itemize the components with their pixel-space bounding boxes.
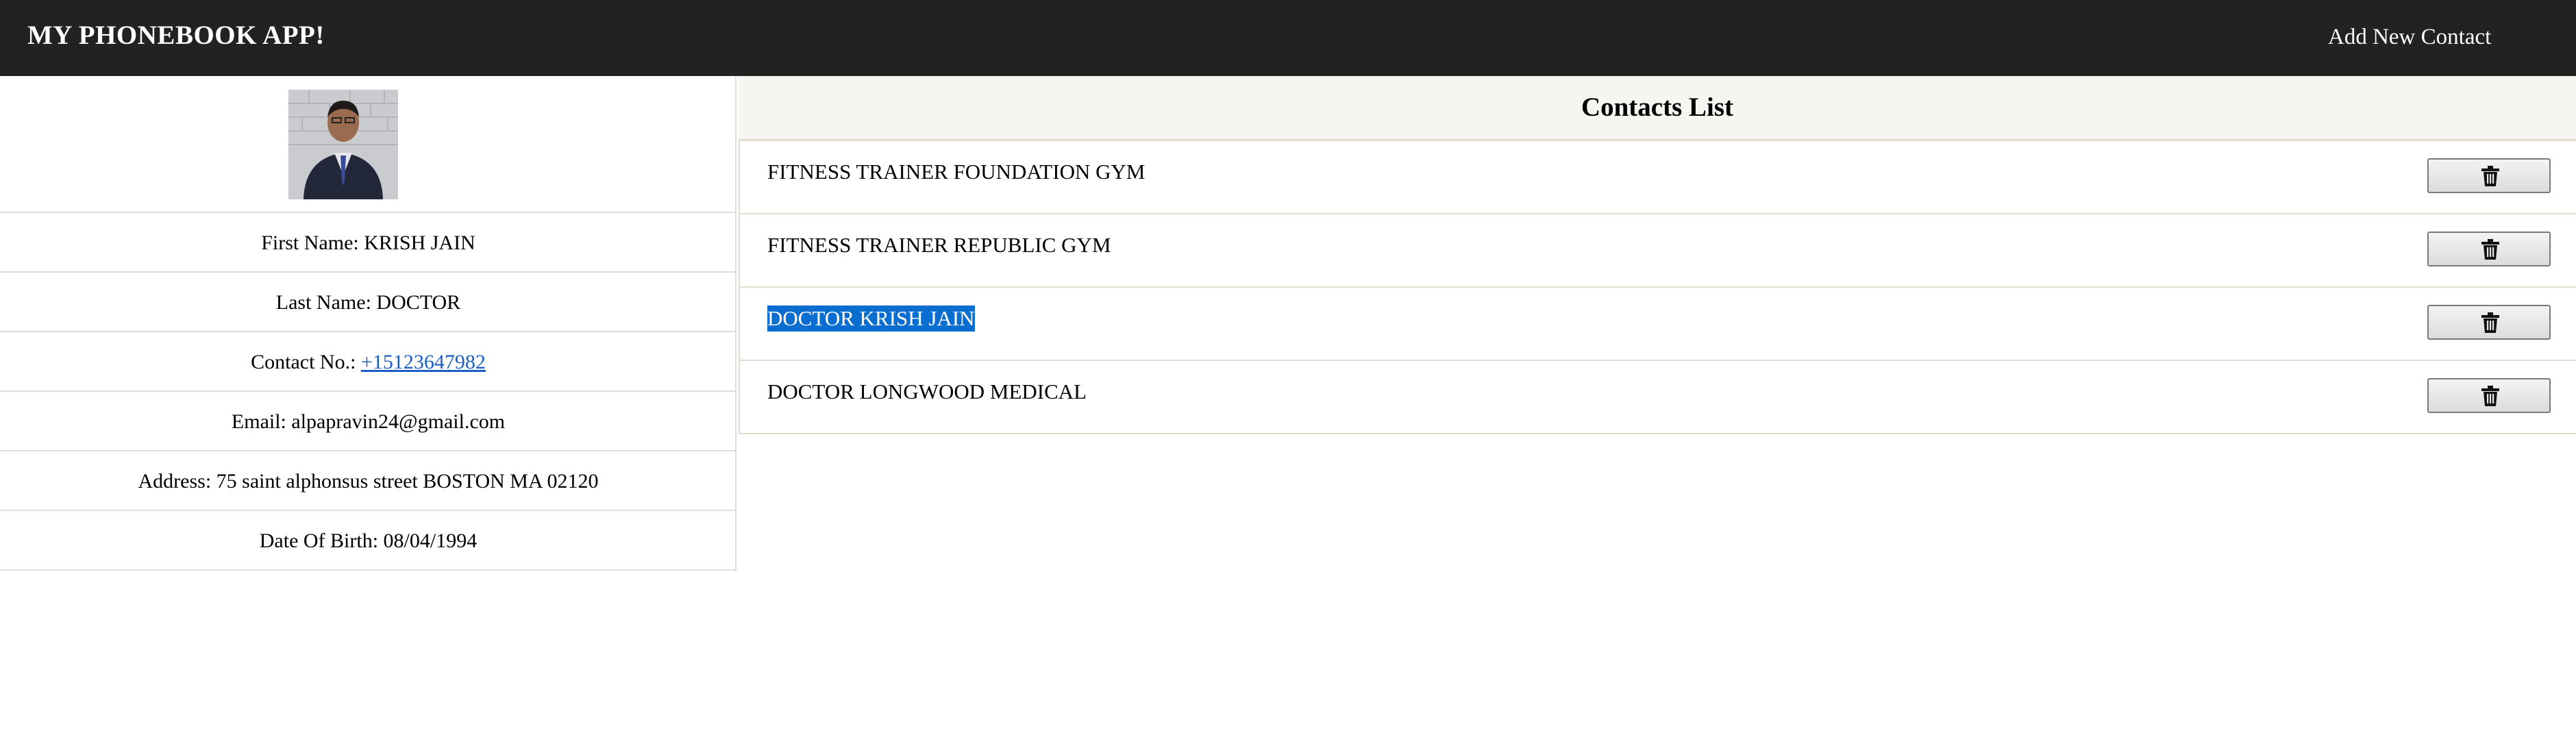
first-name-row: First Name: KRISH JAIN — [0, 213, 736, 273]
email-row: Email: alpapravin24@gmail.com — [0, 392, 736, 451]
contact-number-label: Contact No.: — [251, 351, 361, 373]
trash-icon — [2481, 239, 2499, 260]
contact-number-link[interactable]: +15123647982 — [361, 351, 486, 373]
contact-name[interactable]: DOCTOR KRISH JAIN — [767, 306, 975, 332]
delete-contact-button[interactable] — [2427, 158, 2551, 193]
trash-icon — [2481, 166, 2499, 186]
trash-icon — [2481, 386, 2499, 406]
avatar — [288, 90, 398, 199]
delete-contact-button[interactable] — [2427, 232, 2551, 266]
trash-icon — [2481, 312, 2499, 333]
contact-name[interactable]: FITNESS TRAINER FOUNDATION GYM — [767, 159, 1145, 185]
address-row: Address: 75 saint alphonsus street BOSTO… — [0, 451, 736, 511]
contact-item[interactable]: FITNESS TRAINER FOUNDATION GYM — [739, 141, 2576, 214]
contact-number-row: Contact No.: +15123647982 — [0, 332, 736, 392]
last-name-row: Last Name: DOCTOR — [0, 273, 736, 332]
top-navbar: MY PHONEBOOK APP! Add New Contact — [0, 0, 2576, 76]
contact-item[interactable]: FITNESS TRAINER REPUBLIC GYM — [739, 214, 2576, 288]
date-of-birth-row: Date Of Birth: 08/04/1994 — [0, 511, 736, 571]
contacts-list-panel: Contacts List FITNESS TRAINER FOUNDATION… — [739, 76, 2576, 434]
delete-contact-button[interactable] — [2427, 378, 2551, 413]
contacts-list-title: Contacts List — [739, 76, 2576, 141]
contact-item[interactable]: DOCTOR LONGWOOD MEDICAL — [739, 361, 2576, 434]
app-title[interactable]: MY PHONEBOOK APP! — [27, 0, 325, 71]
contact-name[interactable]: DOCTOR LONGWOOD MEDICAL — [767, 379, 1087, 405]
avatar-row — [0, 76, 736, 213]
delete-contact-button[interactable] — [2427, 305, 2551, 340]
contact-name[interactable]: FITNESS TRAINER REPUBLIC GYM — [767, 232, 1111, 258]
add-new-contact-link[interactable]: Add New Contact — [2328, 0, 2491, 74]
contact-item[interactable]: DOCTOR KRISH JAIN — [739, 288, 2576, 361]
contact-details-panel: First Name: KRISH JAIN Last Name: DOCTOR… — [0, 76, 736, 571]
